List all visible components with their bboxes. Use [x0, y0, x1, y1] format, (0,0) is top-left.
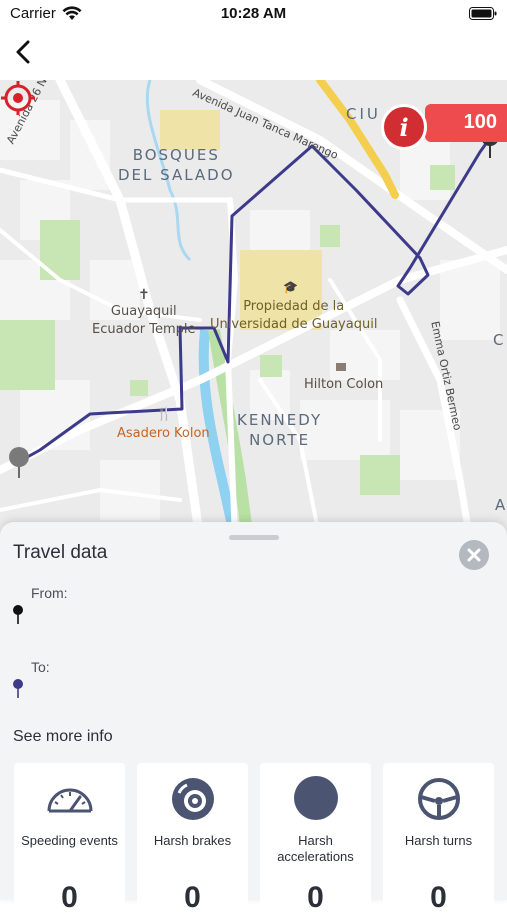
see-more-info-link[interactable]: See more info — [13, 728, 113, 746]
back-button[interactable] — [10, 36, 38, 68]
svg-text:🍴: 🍴 — [156, 406, 172, 422]
sheet-title: Travel data — [13, 542, 108, 563]
card-label: Speeding events — [21, 833, 118, 848]
from-label: From: — [31, 585, 68, 601]
map-label-universidad: Propiedad de la Universidad de Guayaquil — [210, 298, 377, 334]
travel-data-sheet: Travel data From: To: See more info Spee — [0, 522, 507, 914]
card-value: 0 — [184, 881, 201, 914]
svg-text:🎓: 🎓 — [283, 280, 298, 294]
score-badge[interactable]: 100 — [425, 104, 507, 142]
map-label-temple: Guayaquil Ecuador Temple — [92, 303, 196, 339]
battery-icon — [469, 7, 497, 20]
map-label-bosques-text: BOSQUES DEL SALADO — [118, 146, 235, 184]
card-value: 0 — [307, 881, 324, 914]
map-label-kennedy-text: KENNEDY NORTE — [237, 411, 323, 449]
map-label-temple-text: Guayaquil Ecuador Temple — [92, 304, 196, 337]
origin-pin-icon — [13, 605, 23, 624]
card-value: 0 — [430, 881, 447, 914]
close-icon — [467, 548, 481, 562]
map-label-hilton: Hilton Colon — [304, 377, 384, 392]
map-label-bosques: BOSQUES DEL SALADO — [118, 145, 235, 185]
close-button[interactable] — [459, 540, 489, 570]
acceleration-icon — [294, 776, 338, 820]
card-harsh-accelerations[interactable]: Harsh accelerations 0 — [260, 763, 371, 914]
score-value: 100 — [463, 111, 497, 133]
map-label-edge-c: C — [493, 331, 506, 349]
info-icon: i — [399, 113, 409, 142]
map-label-edge-a: A — [495, 496, 507, 514]
status-bar: Carrier 10:28 AM — [0, 0, 507, 28]
recenter-icon[interactable] — [0, 80, 36, 116]
card-speeding-events[interactable]: Speeding events 0 — [14, 763, 125, 914]
map-label-ciudad: CIU — [346, 105, 381, 123]
info-button[interactable]: i — [381, 104, 427, 150]
card-value: 0 — [61, 881, 78, 914]
nav-bar — [0, 28, 507, 80]
map-label-universidad-text: Propiedad de la Universidad de Guayaquil — [210, 299, 378, 332]
brake-disc-icon — [172, 778, 214, 820]
speedometer-icon — [47, 788, 93, 813]
map-label-asadero: Asadero Kolon — [117, 426, 210, 441]
card-harsh-turns[interactable]: Harsh turns 0 — [383, 763, 494, 914]
map-label-kennedy: KENNEDY NORTE — [237, 410, 322, 450]
steering-wheel-icon — [418, 778, 460, 820]
svg-text:✝: ✝ — [138, 286, 150, 302]
card-label: Harsh brakes — [153, 833, 232, 848]
clock: 10:28 AM — [220, 5, 287, 22]
card-label: Harsh accelerations — [277, 833, 354, 864]
card-label: Harsh turns — [404, 833, 473, 848]
trip-map[interactable]: ✝ 🍴 🎓 BOSQUES DEL SALADO KENNEDY NORTE G… — [0, 80, 507, 540]
to-label: To: — [31, 659, 50, 675]
card-harsh-brakes[interactable]: Harsh brakes 0 — [137, 763, 248, 914]
sheet-drag-handle[interactable] — [229, 535, 279, 540]
destination-pin-icon — [13, 679, 23, 698]
